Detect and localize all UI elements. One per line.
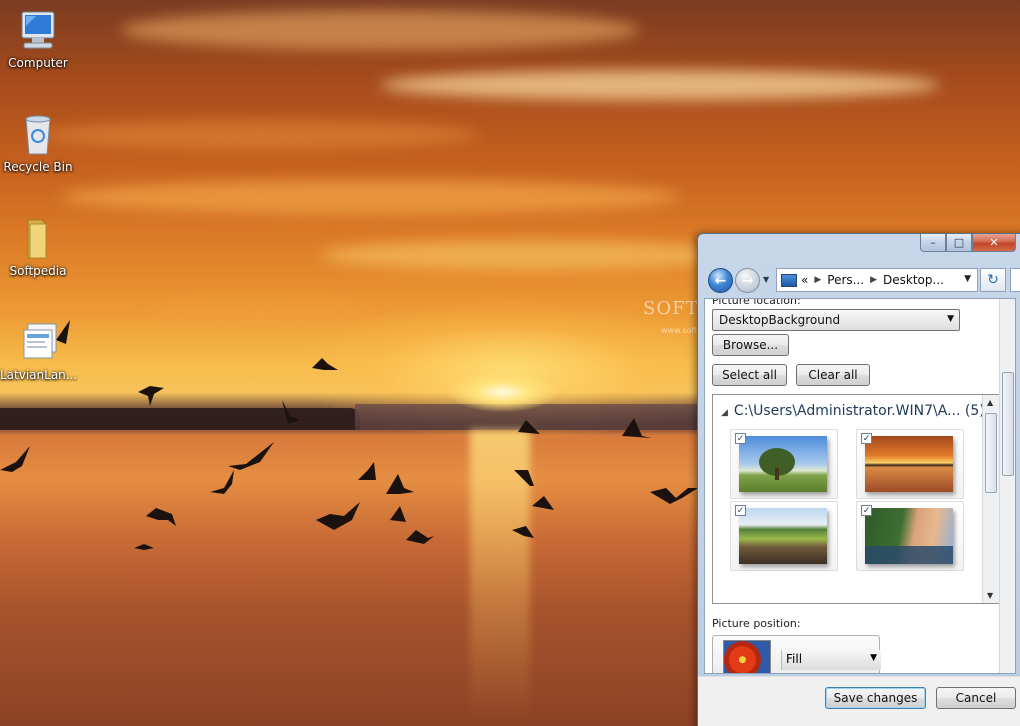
content-scrollbar[interactable] <box>999 299 1015 673</box>
address-bar[interactable]: « ▶ Pers... ▶ Desktop... ▼ <box>776 268 978 292</box>
folder-path: C:\Users\Administrator.WIN7\A... <box>733 403 961 419</box>
tile-checkbox[interactable]: ✓ <box>861 505 872 516</box>
breadcrumb-personalization[interactable]: Pers... <box>827 273 864 287</box>
caption-buttons: – □ ✕ <box>920 234 1016 252</box>
save-changes-button[interactable]: Save changes <box>825 687 926 709</box>
picture-position-select[interactable]: Fill ▼ <box>781 650 881 670</box>
picture-position-box[interactable]: Fill ▼ <box>712 635 881 673</box>
desktop-icon-softpedia[interactable]: Softpedia <box>0 216 76 278</box>
chevron-down-icon: ▼ <box>870 653 877 663</box>
address-overflow[interactable]: « <box>801 273 808 287</box>
tile-checkbox[interactable]: ✓ <box>861 433 872 444</box>
gallery-group-header[interactable]: ◢ C:\Users\Administrator.WIN7\A... (5) <box>721 403 985 419</box>
clear-all-button[interactable]: Clear all <box>796 364 870 386</box>
gallery-scrollbar[interactable]: ▲ ▼ <box>982 395 999 603</box>
back-arrow-icon: ← <box>714 272 727 289</box>
forward-arrow-icon: → <box>741 272 754 289</box>
desktop-icon-computer[interactable]: Computer <box>0 8 76 70</box>
close-button[interactable]: ✕ <box>972 234 1016 252</box>
breadcrumb-separator-icon: ▶ <box>814 275 822 285</box>
desktop-background-window: – □ ✕ ← → ▼ « ▶ Pers... ▶ Desktop... ▼ ↻… <box>697 233 1020 726</box>
select-all-button[interactable]: Select all <box>712 364 787 386</box>
control-panel-icon <box>781 273 797 287</box>
refresh-button[interactable]: ↻ <box>980 268 1006 292</box>
position-preview-image <box>723 640 771 673</box>
back-button[interactable]: ← <box>708 268 733 293</box>
desktop-icon-label: Softpedia <box>9 264 67 278</box>
address-dropdown-icon[interactable]: ▼ <box>964 274 971 284</box>
gallery-scroll-thumb[interactable] <box>985 413 997 493</box>
desktop-icon-recycle-bin[interactable]: Recycle Bin <box>0 112 76 174</box>
window-footer: Save changes Cancel <box>698 676 1020 726</box>
desktop-icon-label: Computer <box>8 56 68 70</box>
breadcrumb-desktop-background[interactable]: Desktop... <box>883 273 944 287</box>
collapse-triangle-icon[interactable]: ◢ <box>721 408 728 418</box>
content-scroll-thumb[interactable] <box>1002 372 1014 476</box>
search-input[interactable] <box>1010 268 1020 292</box>
application-icon <box>14 320 62 366</box>
scroll-up-icon[interactable]: ▲ <box>987 398 993 407</box>
desktop-icon-latvian-language[interactable]: LatvianLan... <box>0 320 78 382</box>
forward-button[interactable]: → <box>735 268 760 293</box>
gallery-tile-tree-field[interactable]: ✓ <box>730 429 838 499</box>
gallery-tile-sunset-birds[interactable]: ✓ <box>856 429 964 499</box>
gallery-tile-green-valley[interactable]: ✓ <box>730 501 838 571</box>
picture-position-label: Picture position: <box>712 617 801 630</box>
cancel-button[interactable]: Cancel <box>936 687 1016 709</box>
picture-position-value: Fill <box>786 652 803 666</box>
picture-location-select[interactable]: DesktopBackground ▼ <box>712 309 960 331</box>
thumbnail-sunset-birds <box>865 436 953 492</box>
minimize-button[interactable]: – <box>920 234 946 252</box>
thumbnail-green-valley <box>739 508 827 564</box>
birds-silhouettes <box>0 320 698 550</box>
navigation-bar: ← → ▼ « ▶ Pers... ▶ Desktop... ▼ ↻ <box>704 266 1020 296</box>
history-dropdown-icon[interactable]: ▼ <box>763 275 769 284</box>
refresh-icon: ↻ <box>987 272 999 288</box>
picture-location-label: Picture location: <box>712 298 801 307</box>
chevron-down-icon: ▼ <box>947 314 954 324</box>
breadcrumb-separator-icon: ▶ <box>870 275 878 285</box>
picture-gallery: ◢ C:\Users\Administrator.WIN7\A... (5) ✓ … <box>712 394 1000 604</box>
folder-icon <box>14 216 62 262</box>
picture-location-value: DesktopBackground <box>719 313 841 327</box>
browse-button[interactable]: Browse... <box>712 334 789 356</box>
tile-checkbox[interactable]: ✓ <box>735 433 746 444</box>
maximize-button[interactable]: □ <box>946 234 972 252</box>
tile-checkbox[interactable]: ✓ <box>735 505 746 516</box>
computer-icon <box>14 8 62 54</box>
desktop-icon-label: Recycle Bin <box>3 160 73 174</box>
content-panel: Picture location: DesktopBackground ▼ Br… <box>704 298 1016 674</box>
recycle-bin-icon <box>14 112 62 158</box>
thumbnail-river-cliff <box>865 508 953 564</box>
scroll-down-icon[interactable]: ▼ <box>987 591 993 600</box>
thumbnail-tree-field <box>739 436 827 492</box>
gallery-tile-river-cliff[interactable]: ✓ <box>856 501 964 571</box>
desktop-icon-label: LatvianLan... <box>0 368 78 382</box>
